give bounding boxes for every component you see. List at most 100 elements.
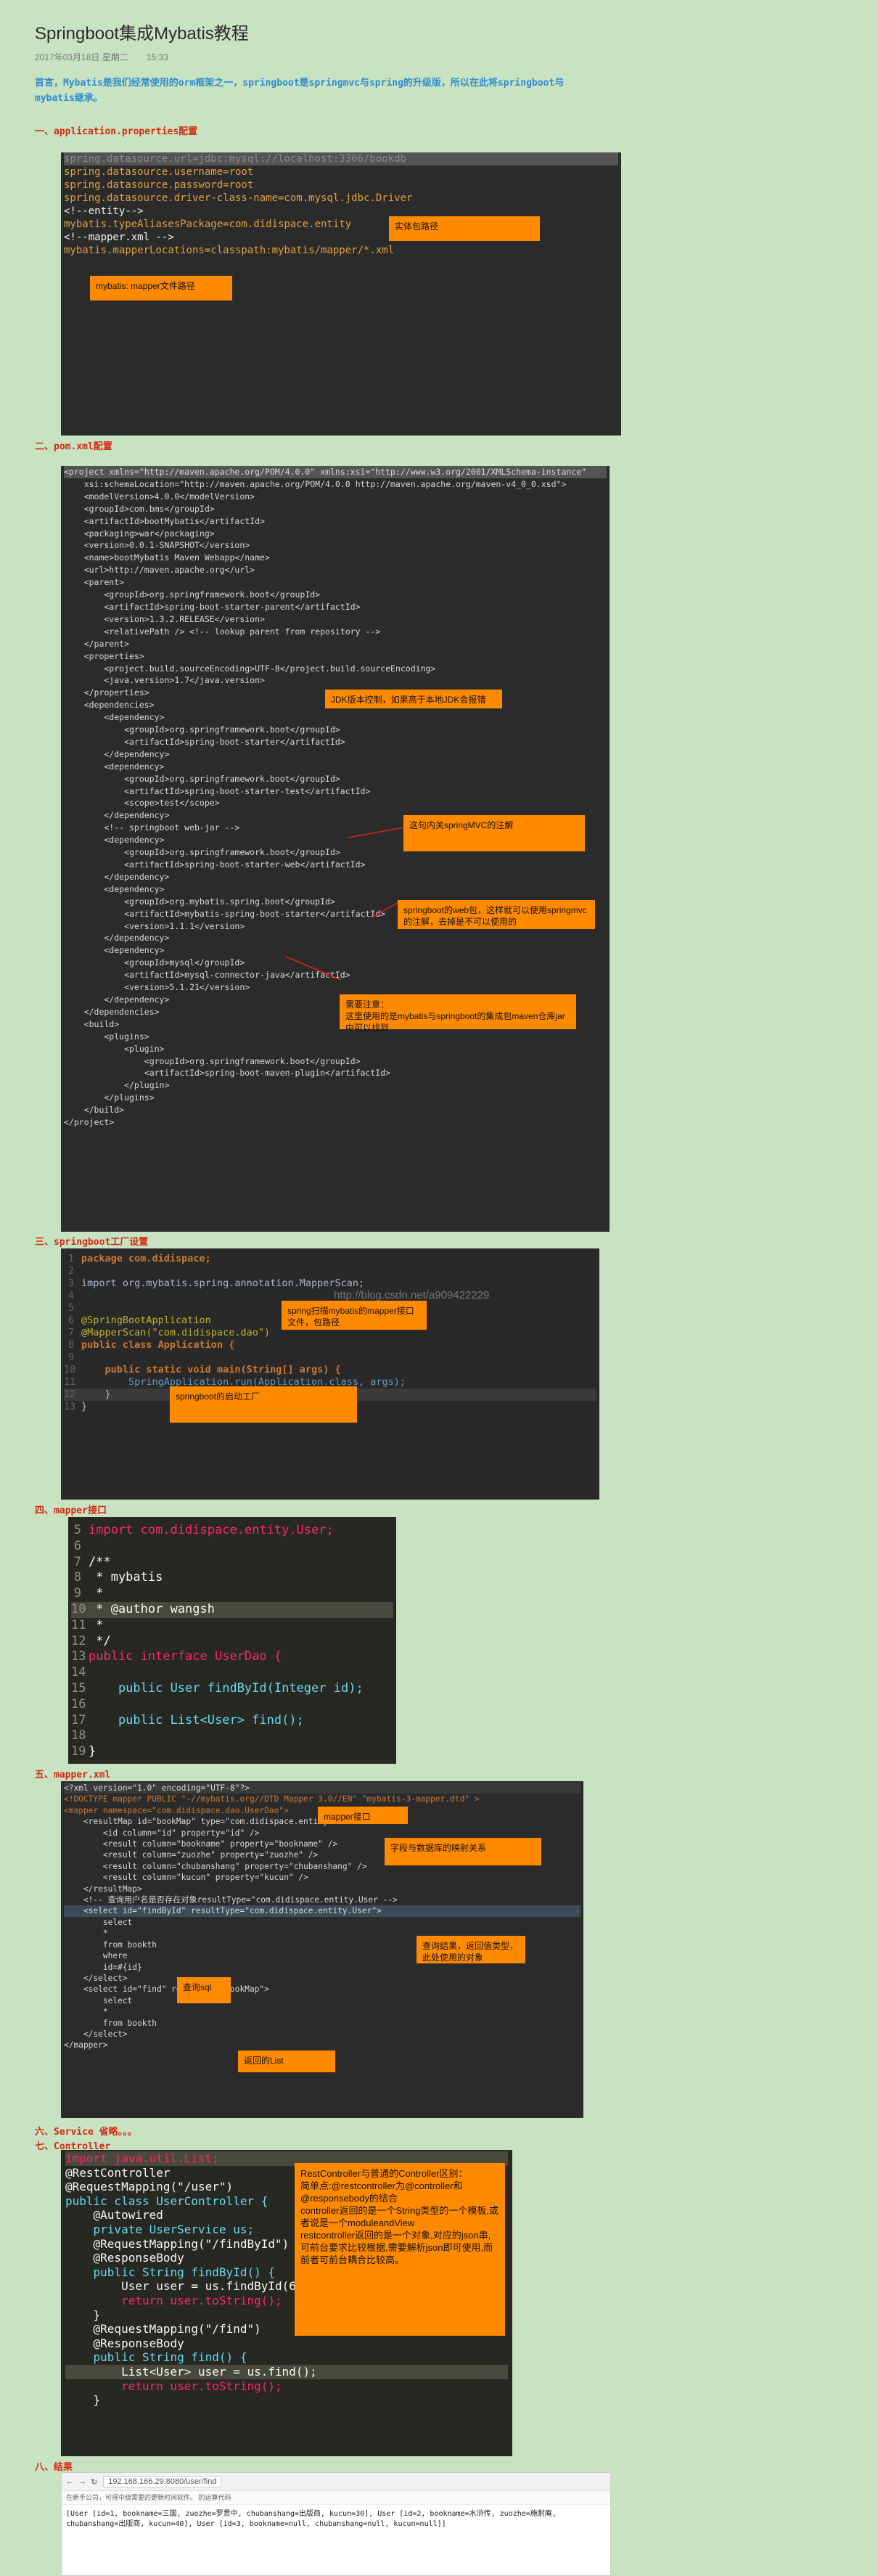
code-line: <project xmlns="http://maven.apache.org/… (64, 466, 607, 478)
address-bar[interactable]: 192.168.166.29:8080/user/find (103, 2476, 222, 2487)
code-line: from bookth (64, 2018, 157, 2028)
code-line: 8 * mybatis (73, 1570, 163, 1585)
code-line: spring.datasource.url=jdbc:mysql://local… (64, 152, 618, 165)
section-heading-3: 三、springboot工厂设置 (35, 1237, 149, 1248)
response-output: [User [id=1, bookname=三国, zuozhe=罗贯中, ch… (66, 2510, 557, 2528)
code-line: <version>1.3.2.RELEASE</version> (64, 613, 265, 624)
code-line: <dependency> (64, 761, 165, 772)
code-line: spring.datasource.driver-class-name=com.… (64, 192, 413, 204)
code-line: <groupId>com.bms</groupId> (64, 503, 215, 514)
page-title: Springboot集成Mybatis教程 (35, 24, 249, 44)
code-line: 14 (71, 1665, 86, 1680)
code-line: <dependency> (64, 712, 165, 723)
code-line: 12 */ (71, 1633, 111, 1648)
annotation-factory: springboot的启动工厂 (170, 1386, 357, 1423)
code-line: </plugin> (64, 1080, 170, 1091)
section-heading-8: 八、结果 (35, 2462, 73, 2473)
code-line: </select> (64, 2029, 128, 2039)
code-line: spring.datasource.username=root (64, 166, 254, 178)
annotation-mapper-interface: mapper接口 (318, 1807, 408, 1824)
code-line: 10 public static void main(String[] args… (64, 1364, 341, 1375)
arrow-web (371, 902, 398, 918)
code-line: <!DOCTYPE mapper PUBLIC "-//mybatis.org/… (64, 1794, 480, 1804)
code-line: </build> (64, 1105, 125, 1116)
code-line: @ResponseBody (65, 2336, 184, 2350)
section-heading-1: 一、application.properties配置 (35, 126, 198, 137)
code-line: 10 * @author wangsh (71, 1601, 393, 1618)
code-line: } (65, 2393, 101, 2408)
code-line: <groupId>org.springframework.boot</group… (64, 724, 340, 735)
code-line: <artifactId>spring-boot-maven-plugin</ar… (64, 1068, 391, 1079)
code-line: select (64, 1995, 133, 2005)
code-line: <artifactId>spring-boot-starter-parent</… (64, 601, 361, 612)
code-line: <url>http://maven.apache.org</url> (64, 565, 255, 576)
code-line: </mapper> (64, 2040, 108, 2050)
code-line: List<User> user = us.find(); (65, 2364, 508, 2379)
section-heading-4: 四、mapper接口 (35, 1505, 107, 1516)
code-line: <!-- 查询用户名是否存在对象resultType="com.didispac… (64, 1895, 398, 1905)
code-line: <result column="kucun" property="kucun" … (64, 1873, 308, 1883)
code-line: <id column="id" property="id" /> (64, 1828, 260, 1838)
code-line: * (64, 2007, 108, 2017)
code-line: <project.build.sourceEncoding>UTF-8</pro… (64, 663, 436, 674)
annotation-controller: RestController与普通的Controller区别： 简单点:@res… (295, 2163, 505, 2336)
code-line: <scope>test</scope> (64, 798, 220, 809)
code-line: <select id="find" resultMap="bookMap"> (64, 1984, 269, 1995)
arrow-mybatis (285, 956, 342, 981)
code-line: 13 public interface UserDao { (71, 1649, 282, 1664)
code-line: 11 * (71, 1617, 104, 1632)
annotation-field-mapping: 字段与数据库的映射关系 (385, 1838, 541, 1865)
section-heading-5: 五、mapper.xml (35, 1770, 111, 1780)
code-line: 3 import org.mybatis.spring.annotation.Ma… (67, 1277, 365, 1289)
code-line: 18 (71, 1728, 86, 1743)
code-line: </project> (64, 1117, 115, 1128)
reload-icon[interactable]: ↻ (91, 2477, 97, 2487)
code-line: </dependency> (64, 748, 170, 759)
code-line: 9 (67, 1352, 74, 1363)
post-meta: 2017年03月18日 星期二 15:33 (35, 51, 184, 63)
code-line: 2 (67, 1265, 74, 1277)
annotation-test: 这句内关springMVC的注解 (403, 815, 585, 851)
code-line: </plugins> (64, 1092, 155, 1103)
annotation-result-type: 查询结果，返回值类型，此处使用的对象 (417, 1936, 525, 1963)
code-line: <?xml version="1.0" encoding="UTF-8"?> (64, 1783, 580, 1794)
code-line: 9 * (73, 1586, 104, 1601)
bookmarks-bar: 在新手公司，可得中级需要的更新时间软件。 的运算代码 (62, 2491, 610, 2505)
code-line: 1 package com.didispace; (67, 1253, 211, 1264)
annotation-arrows (285, 827, 404, 981)
annotation-sql: 查询sql (177, 1977, 231, 2003)
section-heading-2: 二、pom.xml配置 (35, 441, 112, 452)
code-line: <name>bootMybatis Maven Webapp</name> (64, 552, 270, 563)
code-line: <artifactId>spring-boot-starter-test</ar… (64, 785, 371, 796)
watermark: http://blog.csdn.net/a909422229 (334, 1289, 490, 1301)
intro-text: 首言，Mybatis是我们经常使用的orm框架之一，springboot是spr… (35, 78, 565, 104)
code-line: 17 public List<User> find(); (71, 1712, 304, 1727)
forward-icon[interactable]: → (78, 2477, 86, 2486)
code-line: mybatis.mapperLocations=classpath:mybati… (64, 245, 395, 256)
code-line: <groupId>org.springframework.boot</group… (64, 589, 321, 600)
code-line: <artifactId>spring-boot-starter</artifac… (64, 736, 345, 747)
code-line: <artifactId>bootMybatis</artifactId> (64, 515, 265, 526)
code-line: 19} (71, 1744, 97, 1759)
code-line: <select id="findById" resultType="com.di… (64, 1905, 580, 1917)
annotation-jdk: JDK版本控制，如果高于本地JDK会报错 (325, 690, 502, 708)
code-line: <properties> (64, 650, 144, 661)
annotation-entity: 实体包路径 (389, 216, 540, 241)
code-line: <relativePath /> <!-- lookup parent from… (64, 626, 381, 637)
code-line: <groupId>org.springframework.boot</group… (64, 773, 340, 784)
code-line: <groupId>org.springframework.boot</group… (64, 1055, 361, 1066)
code-line: public String find() { (65, 2350, 247, 2365)
code-line: 6 (73, 1538, 81, 1553)
code-line: <parent> (64, 577, 125, 588)
section-heading-6: 六、Service 省略。。。 (35, 2127, 137, 2138)
dao-code-block: 5 import com.didispace.entity.User; 6 7/*… (68, 1517, 396, 1764)
code-line: 16 (71, 1696, 86, 1712)
code-line: return user.toString(); (65, 2379, 282, 2393)
code-line: <modelVersion>4.0.0</modelVersion> (64, 491, 255, 502)
code-line: </select> (64, 1973, 128, 1983)
code-line: </resultMap> (64, 1884, 142, 1894)
back-icon[interactable]: ← (66, 2477, 74, 2486)
application-code-block: 1 package com.didispace; 2 3 import org.my… (61, 1248, 599, 1500)
annotation-mapper-path: mybatis: mapper文件路径 (90, 276, 232, 300)
annotation-mapperscan: spring扫描mybatis的mapper接口文件，包路径 (282, 1301, 427, 1330)
